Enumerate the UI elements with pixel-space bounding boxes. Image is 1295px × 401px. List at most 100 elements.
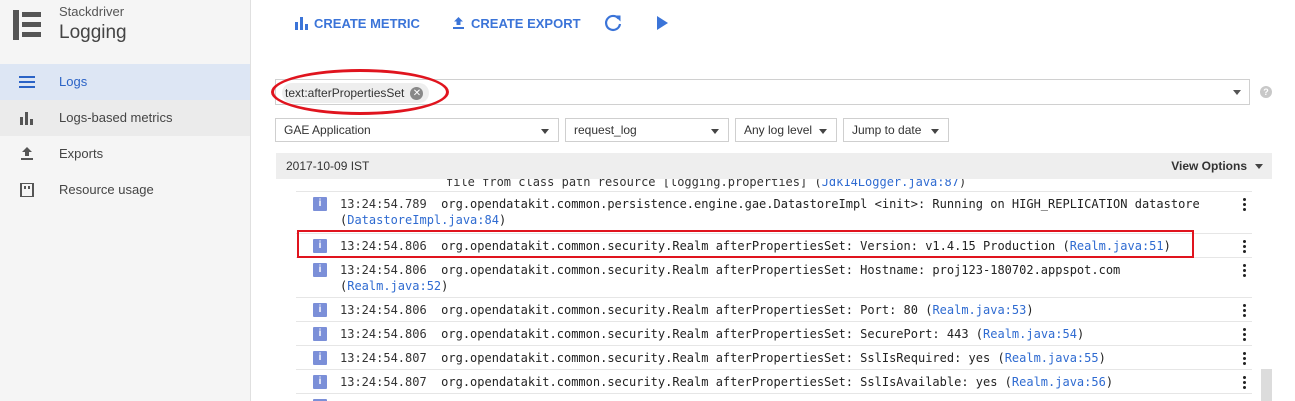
resource-select[interactable]: GAE Application bbox=[275, 118, 559, 142]
log-timestamp: 13:24:54.806 bbox=[340, 239, 427, 253]
severity-info-icon: i bbox=[313, 351, 327, 365]
source-link[interactable]: Jdk14Logger.java:87 bbox=[822, 179, 959, 189]
log-timestamp: 13:24:54.807 bbox=[340, 351, 427, 365]
log-message-end: ) bbox=[498, 213, 507, 227]
jump-to-date-select[interactable]: Jump to date bbox=[843, 118, 949, 142]
log-message-end: ) bbox=[1098, 351, 1106, 365]
log-timestamp: 13:24:54.806 bbox=[340, 303, 427, 317]
filter-chip: text:afterPropertiesSet ✕ bbox=[282, 83, 430, 103]
more-vert-icon[interactable] bbox=[1236, 262, 1252, 280]
refresh-icon[interactable] bbox=[603, 13, 623, 33]
resource-usage-icon bbox=[20, 183, 34, 197]
severity-info-icon: i bbox=[313, 239, 327, 253]
log-date-header: 2017-10-09 IST View Options bbox=[276, 153, 1272, 179]
log-entry[interactable]: i 13:24:54.807 org.opendatakit.common.se… bbox=[296, 369, 1252, 393]
sidebar-item-logs[interactable]: Logs bbox=[0, 64, 250, 100]
log-entry[interactable]: i 13:24:54.806 org.opendatakit.common.se… bbox=[296, 297, 1252, 321]
log-name-select[interactable]: request_log bbox=[565, 118, 729, 142]
log-timestamp: 13:24:54.807 bbox=[340, 375, 427, 389]
resource-select-value: GAE Application bbox=[284, 123, 371, 137]
chevron-down-icon bbox=[819, 129, 827, 134]
log-entry-partial: file from class path resource [logging.p… bbox=[446, 179, 966, 189]
filter-chip-text: text:afterPropertiesSet bbox=[285, 86, 405, 100]
page-title: Logging bbox=[59, 22, 127, 43]
log-message: org.opendatakit.common.security.Realm af… bbox=[441, 303, 933, 317]
log-entry[interactable]: i 13:24:54.789 org.opendatakit.common.pe… bbox=[296, 191, 1252, 233]
create-metric-label: CREATE METRIC bbox=[314, 15, 420, 31]
log-message-end: ) bbox=[1076, 327, 1085, 341]
log-timestamp: 13:24:54.806 bbox=[340, 263, 427, 277]
export-icon bbox=[453, 16, 464, 29]
chevron-down-icon bbox=[541, 129, 549, 134]
log-timestamp: 13:24:54.789 bbox=[340, 197, 427, 211]
source-link[interactable]: DatastoreImpl.java:84 bbox=[347, 213, 499, 227]
sidebar-nav: Logs Logs-based metrics Exports Resource… bbox=[0, 64, 250, 208]
toolbar: CREATE METRIC CREATE EXPORT bbox=[252, 0, 1295, 46]
jump-to-date-value: Jump to date bbox=[852, 123, 922, 137]
help-icon[interactable]: ? bbox=[1260, 86, 1272, 98]
bar-chart-icon bbox=[20, 112, 33, 125]
brand-header: Stackdriver Logging bbox=[0, 0, 250, 64]
severity-info-icon: i bbox=[313, 263, 327, 277]
log-entry-partial[interactable] bbox=[296, 393, 1252, 401]
severity-info-icon: i bbox=[313, 375, 327, 389]
filter-input[interactable]: text:afterPropertiesSet ✕ bbox=[275, 79, 1250, 105]
log-message-end: ) bbox=[958, 179, 967, 189]
log-message-end: ) bbox=[1026, 303, 1034, 317]
more-vert-icon[interactable] bbox=[1236, 196, 1252, 214]
sidebar: Stackdriver Logging Logs Logs-based metr… bbox=[0, 0, 251, 401]
log-level-select-value: Any log level bbox=[744, 123, 813, 137]
source-link[interactable]: Realm.java:56 bbox=[1012, 375, 1106, 389]
more-vert-icon[interactable] bbox=[1236, 302, 1252, 320]
more-vert-icon[interactable] bbox=[1236, 238, 1252, 256]
more-vert-icon[interactable] bbox=[1236, 374, 1252, 392]
export-icon bbox=[21, 147, 33, 160]
source-link[interactable]: Realm.java:52 bbox=[347, 279, 441, 293]
log-entry[interactable]: i 13:24:54.806 org.opendatakit.common.se… bbox=[296, 321, 1252, 345]
more-vert-icon[interactable] bbox=[1236, 326, 1252, 344]
sidebar-item-label: Exports bbox=[59, 146, 104, 161]
stackdriver-logo-icon bbox=[13, 10, 41, 40]
remove-chip-icon[interactable]: ✕ bbox=[410, 86, 424, 100]
log-message: org.opendatakit.common.security.Realm af… bbox=[441, 239, 1070, 253]
log-entries: file from class path resource [logging.p… bbox=[296, 179, 1272, 401]
create-export-label: CREATE EXPORT bbox=[471, 15, 581, 31]
source-link[interactable]: Realm.java:54 bbox=[983, 327, 1077, 341]
severity-info-icon: i bbox=[313, 197, 327, 211]
product-name: Stackdriver bbox=[59, 4, 125, 19]
logs-icon bbox=[19, 76, 35, 88]
source-link[interactable]: Realm.java:51 bbox=[1070, 239, 1164, 253]
sidebar-item-logs-based-metrics[interactable]: Logs-based metrics bbox=[0, 100, 250, 136]
log-message: org.opendatakit.common.security.Realm af… bbox=[441, 375, 1012, 389]
log-entry[interactable]: i 13:24:54.806 org.opendatakit.common.se… bbox=[296, 233, 1252, 257]
log-message-end: ) bbox=[1163, 239, 1171, 253]
create-metric-button[interactable]: CREATE METRIC bbox=[295, 14, 420, 32]
chevron-down-icon[interactable] bbox=[1233, 90, 1241, 95]
sidebar-item-exports[interactable]: Exports bbox=[0, 136, 250, 172]
log-message-end: ) bbox=[441, 279, 449, 293]
log-message: file from class path resource [logging.p… bbox=[446, 179, 822, 189]
chevron-down-icon[interactable] bbox=[1255, 164, 1263, 169]
log-level-select[interactable]: Any log level bbox=[735, 118, 837, 142]
more-vert-icon[interactable] bbox=[1236, 350, 1252, 368]
sidebar-item-label: Resource usage bbox=[59, 182, 154, 197]
sidebar-item-label: Logs bbox=[59, 74, 88, 89]
log-entry[interactable]: i 13:24:54.806 org.opendatakit.common.se… bbox=[296, 257, 1252, 297]
source-link[interactable]: Realm.java:55 bbox=[1005, 351, 1099, 365]
log-entry[interactable]: i 13:24:54.807 org.opendatakit.common.se… bbox=[296, 345, 1252, 369]
sidebar-item-resource-usage[interactable]: Resource usage bbox=[0, 172, 250, 208]
play-icon[interactable] bbox=[652, 13, 672, 33]
log-message-end: ) bbox=[1105, 375, 1114, 389]
view-options-button[interactable]: View Options bbox=[1171, 159, 1247, 173]
bar-chart-icon bbox=[295, 16, 308, 30]
log-message: org.opendatakit.common.security.Realm af… bbox=[441, 351, 1005, 365]
log-date: 2017-10-09 IST bbox=[286, 159, 370, 173]
source-link[interactable]: Realm.java:53 bbox=[932, 303, 1026, 317]
scrollbar[interactable] bbox=[1261, 369, 1272, 401]
chevron-down-icon bbox=[711, 129, 719, 134]
severity-info-icon: i bbox=[313, 327, 327, 341]
log-name-select-value: request_log bbox=[574, 123, 637, 137]
log-message: org.opendatakit.common.security.Realm af… bbox=[441, 327, 984, 341]
create-export-button[interactable]: CREATE EXPORT bbox=[452, 14, 581, 32]
severity-info-icon: i bbox=[313, 303, 327, 317]
